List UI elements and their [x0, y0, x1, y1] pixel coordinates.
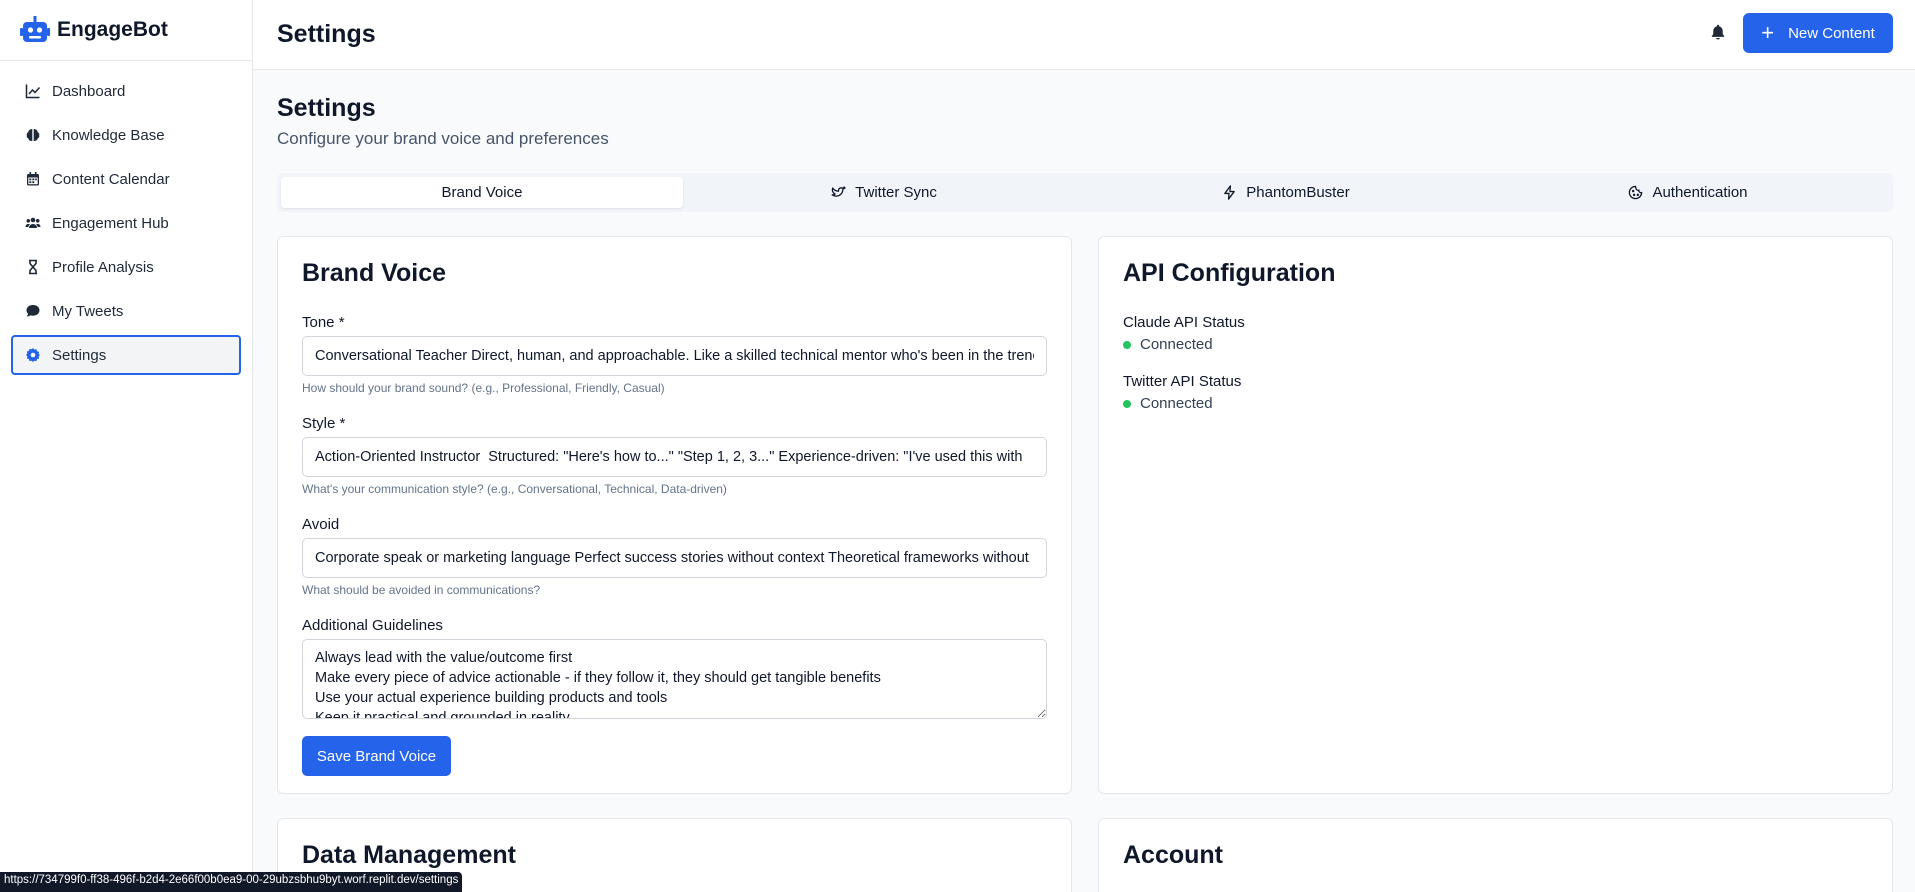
- account-title: Account: [1123, 841, 1223, 869]
- status-dot-icon: [1123, 399, 1131, 408]
- sidebar-item-my-tweets[interactable]: My Tweets: [11, 291, 241, 331]
- hourglass-icon: [29, 259, 37, 275]
- settings-tabs: Brand Voice Twitter Sync PhantomBuster A…: [277, 173, 1893, 212]
- new-content-button[interactable]: + New Content: [1743, 13, 1893, 53]
- users-icon: [25, 217, 41, 228]
- main-content: Settings Configure your brand voice and …: [277, 70, 1893, 892]
- sidebar-item-settings[interactable]: Settings: [11, 335, 241, 375]
- cookie-icon: [1629, 185, 1643, 200]
- tab-label: Brand Voice: [441, 184, 523, 201]
- claude-api-label: Claude API Status: [1123, 314, 1245, 331]
- twitter-icon: [831, 186, 846, 197]
- sidebar: EngageBot Dashboard Knowledge Base Conte…: [0, 0, 253, 892]
- sidebar-item-engagement-hub[interactable]: Engagement Hub: [11, 203, 241, 243]
- style-hint: What's your communication style? (e.g., …: [302, 482, 727, 496]
- bolt-icon: [1224, 185, 1236, 200]
- comment-icon: [26, 305, 40, 317]
- avoid-label: Avoid: [302, 516, 340, 533]
- tab-authentication[interactable]: Authentication: [1487, 177, 1889, 208]
- status-url-bar: https://734799f0-ff38-496f-b2d4-2e66f00b…: [0, 872, 463, 892]
- style-label: Style *: [302, 415, 346, 432]
- avoid-input[interactable]: [302, 538, 1047, 578]
- tone-input[interactable]: [302, 336, 1047, 376]
- sidebar-item-label: Dashboard: [52, 82, 126, 100]
- tone-label: Tone *: [302, 314, 345, 331]
- tab-label: PhantomBuster: [1246, 184, 1350, 201]
- twitter-status-text: Connected: [1140, 395, 1213, 412]
- tab-phantombuster[interactable]: PhantomBuster: [1085, 177, 1487, 208]
- api-configuration-title: API Configuration: [1123, 259, 1336, 287]
- sidebar-item-content-calendar[interactable]: Content Calendar: [11, 159, 241, 199]
- new-content-label: New Content: [1788, 24, 1875, 42]
- twitter-api-status: Connected: [1123, 395, 1868, 412]
- page-subtitle: Configure your brand voice and preferenc…: [277, 129, 609, 148]
- sidebar-item-label: Settings: [52, 346, 107, 364]
- claude-api-status: Connected: [1123, 336, 1868, 353]
- tone-hint: How should your brand sound? (e.g., Prof…: [302, 381, 665, 395]
- tab-label: Authentication: [1652, 184, 1748, 201]
- sidebar-item-label: Content Calendar: [52, 170, 170, 188]
- avoid-hint: What should be avoided in communications…: [302, 583, 541, 597]
- guidelines-label: Additional Guidelines: [302, 617, 443, 634]
- gear-icon: [26, 348, 40, 362]
- data-management-title: Data Management: [302, 841, 516, 869]
- guidelines-textarea[interactable]: Always lead with the value/outcome first…: [302, 639, 1047, 719]
- robot-icon: [20, 16, 50, 42]
- sidebar-item-label: My Tweets: [52, 302, 124, 320]
- twitter-api-label: Twitter API Status: [1123, 373, 1242, 390]
- calendar-icon: [27, 172, 39, 186]
- sidebar-nav: Dashboard Knowledge Base Content Calenda…: [0, 61, 252, 389]
- tab-brand-voice[interactable]: Brand Voice: [281, 177, 683, 208]
- chart-line-icon: [25, 84, 41, 99]
- status-dot-icon: [1123, 340, 1131, 349]
- sidebar-item-profile-analysis[interactable]: Profile Analysis: [11, 247, 241, 287]
- sidebar-item-knowledge-base[interactable]: Knowledge Base: [11, 115, 241, 155]
- claude-status-text: Connected: [1140, 336, 1213, 353]
- settings-grid: Brand Voice Tone * How should your brand…: [277, 236, 1893, 892]
- app-logo[interactable]: EngageBot: [0, 0, 252, 61]
- api-configuration-card: API Configuration Claude API Status Conn…: [1098, 236, 1893, 794]
- sidebar-item-label: Engagement Hub: [52, 214, 169, 232]
- save-brand-voice-button[interactable]: Save Brand Voice: [302, 736, 451, 776]
- tab-label: Twitter Sync: [855, 184, 937, 201]
- header-title: Settings: [277, 20, 376, 48]
- app-name: EngageBot: [57, 18, 168, 41]
- brand-voice-title: Brand Voice: [302, 259, 447, 287]
- bell-icon[interactable]: [1709, 23, 1727, 41]
- top-header: Settings + New Content: [253, 0, 1915, 70]
- plus-icon: +: [1761, 20, 1775, 45]
- sidebar-item-dashboard[interactable]: Dashboard: [11, 71, 241, 111]
- brand-voice-card: Brand Voice Tone * How should your brand…: [277, 236, 1072, 794]
- account-card: Account: [1098, 818, 1893, 892]
- sidebar-item-label: Knowledge Base: [52, 126, 165, 144]
- brain-icon: [26, 129, 40, 141]
- sidebar-item-label: Profile Analysis: [52, 258, 154, 276]
- page-title: Settings: [277, 94, 376, 122]
- style-input[interactable]: [302, 437, 1047, 477]
- tab-twitter-sync[interactable]: Twitter Sync: [683, 177, 1085, 208]
